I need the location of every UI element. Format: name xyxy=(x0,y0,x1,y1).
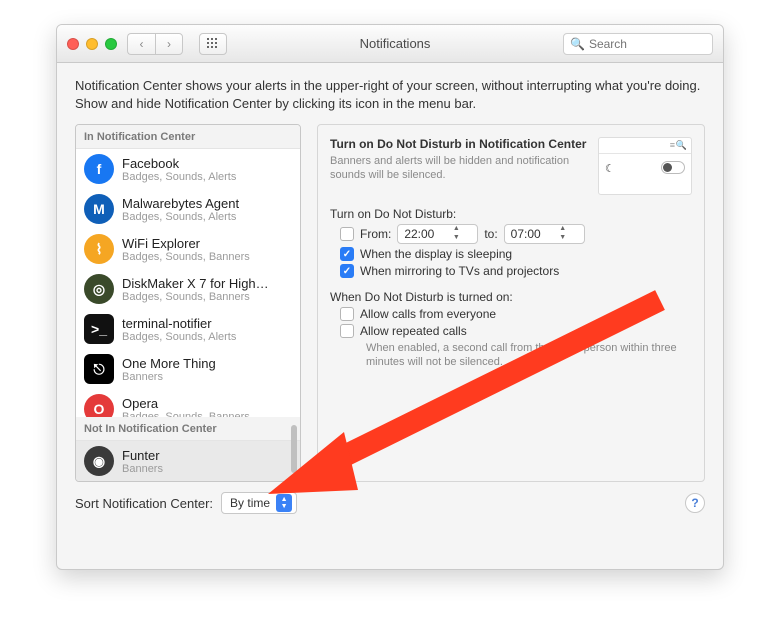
apps-not-in-list: ◉ FunterBanners xyxy=(76,441,300,481)
app-sub: Badges, Sounds, Alerts xyxy=(122,211,239,223)
app-name: Funter xyxy=(122,448,163,463)
app-row[interactable]: f FacebookBadges, Sounds, Alerts xyxy=(76,149,300,189)
app-row[interactable]: ◎ DiskMaker X 7 for High…Badges, Sounds, … xyxy=(76,269,300,309)
grid-icon xyxy=(207,38,219,50)
app-row[interactable]: OOperaBadges, Sounds, Banners xyxy=(76,389,300,417)
app-sub: Badges, Sounds, Alerts xyxy=(122,171,236,183)
menu-icon: ≡ xyxy=(670,140,675,150)
from-checkbox[interactable] xyxy=(340,227,354,241)
repeated-footnote: When enabled, a second call from the sam… xyxy=(330,341,692,370)
app-icon: ◉ xyxy=(84,446,114,476)
app-sub: Banners xyxy=(122,463,163,475)
app-icon: O xyxy=(84,394,114,417)
select-arrows-icon: ▲▼ xyxy=(276,494,292,512)
minimize-button[interactable] xyxy=(86,38,98,50)
app-name: Facebook xyxy=(122,156,236,171)
sort-label: Sort Notification Center: xyxy=(75,496,213,511)
preferences-window: ‹ › Notifications 🔍 Notification Center … xyxy=(56,24,724,570)
search-field[interactable]: 🔍 xyxy=(563,33,713,55)
repeated-checkbox[interactable] xyxy=(340,324,354,338)
app-icon: ⌇ xyxy=(84,234,114,264)
help-button[interactable]: ? xyxy=(685,493,705,513)
app-name: DiskMaker X 7 for High… xyxy=(122,276,269,291)
to-time-field[interactable]: 07:00 ▲▼ xyxy=(504,224,585,244)
scrollbar-thumb[interactable] xyxy=(291,425,297,473)
everyone-label: Allow calls from everyone xyxy=(360,307,496,321)
moon-icon: ☾ xyxy=(605,162,615,175)
stepper[interactable]: ▲▼ xyxy=(439,225,473,243)
repeated-label: Allow repeated calls xyxy=(360,324,467,338)
sleep-label: When the display is sleeping xyxy=(360,247,512,261)
app-sub: Badges, Sounds, Alerts xyxy=(122,331,236,343)
app-icon: ◎ xyxy=(84,274,114,304)
app-row[interactable]: ◉ FunterBanners xyxy=(76,441,300,481)
sleep-checkbox[interactable] xyxy=(340,247,354,261)
app-row[interactable]: >_ terminal-notifierBadges, Sounds, Alert… xyxy=(76,309,300,349)
from-label: From: xyxy=(360,227,391,241)
app-row[interactable]: ⎋ One More ThingBanners xyxy=(76,349,300,389)
from-time-value: 22:00 xyxy=(402,227,436,241)
everyone-checkbox[interactable] xyxy=(340,307,354,321)
dnd-switch-preview xyxy=(661,161,685,174)
app-sub: Banners xyxy=(122,371,216,383)
dnd-title: Turn on Do Not Disturb in Notification C… xyxy=(330,137,588,151)
search-input[interactable] xyxy=(589,37,706,51)
app-icon: M xyxy=(84,194,114,224)
app-row[interactable]: M Malwarebytes AgentBadges, Sounds, Alert… xyxy=(76,189,300,229)
mirror-checkbox[interactable] xyxy=(340,264,354,278)
when-on-label: When Do Not Disturb is turned on: xyxy=(330,290,692,304)
app-name: Opera xyxy=(122,396,250,411)
dnd-desc: Banners and alerts will be hidden and no… xyxy=(330,154,588,183)
nav-buttons: ‹ › xyxy=(127,33,183,55)
from-time-field[interactable]: 22:00 ▲▼ xyxy=(397,224,478,244)
settings-panel: Turn on Do Not Disturb in Notification C… xyxy=(317,124,705,482)
stepper[interactable]: ▲▼ xyxy=(546,225,580,243)
back-button[interactable]: ‹ xyxy=(127,33,155,55)
search-icon: 🔍 xyxy=(570,37,585,51)
app-sub: Badges, Sounds, Banners xyxy=(122,291,269,303)
mirror-label: When mirroring to TVs and projectors xyxy=(360,264,559,278)
traffic-lights xyxy=(67,38,117,50)
forward-button[interactable]: › xyxy=(155,33,183,55)
dnd-preview: 🔍 ≡ ☾ xyxy=(598,137,692,195)
app-icon: >_ xyxy=(84,314,114,344)
app-row[interactable]: ⌇ WiFi ExplorerBadges, Sounds, Banners xyxy=(76,229,300,269)
zoom-button[interactable] xyxy=(105,38,117,50)
search-icon: 🔍 xyxy=(676,140,687,151)
app-name: terminal-notifier xyxy=(122,316,236,331)
titlebar: ‹ › Notifications 🔍 xyxy=(57,25,723,63)
app-icon: f xyxy=(84,154,114,184)
show-all-button[interactable] xyxy=(199,33,227,55)
sort-value: By time xyxy=(230,496,270,510)
turn-on-label: Turn on Do Not Disturb: xyxy=(330,207,692,221)
sort-select[interactable]: By time ▲▼ xyxy=(221,492,297,514)
to-label: to: xyxy=(484,227,497,241)
app-sub: Badges, Sounds, Banners xyxy=(122,251,250,263)
app-name: WiFi Explorer xyxy=(122,236,250,251)
app-name: Malwarebytes Agent xyxy=(122,196,239,211)
to-time-value: 07:00 xyxy=(509,227,543,241)
app-icon: ⎋ xyxy=(84,354,114,384)
window-title: Notifications xyxy=(237,36,553,51)
content-area: Notification Center shows your alerts in… xyxy=(57,63,723,524)
section-in-nc: In Notification Center xyxy=(76,125,300,149)
intro-text: Notification Center shows your alerts in… xyxy=(75,77,705,112)
app-name: One More Thing xyxy=(122,356,216,371)
section-not-in-nc: Not In Notification Center xyxy=(76,417,300,441)
close-button[interactable] xyxy=(67,38,79,50)
bottom-bar: Sort Notification Center: By time ▲▼ ? xyxy=(75,492,705,514)
apps-in-list: fFacebookBadges, Sounds, AlertsMMalwareb… xyxy=(76,149,300,417)
app-list-panel: In Notification Center fFacebookBadges, … xyxy=(75,124,301,482)
